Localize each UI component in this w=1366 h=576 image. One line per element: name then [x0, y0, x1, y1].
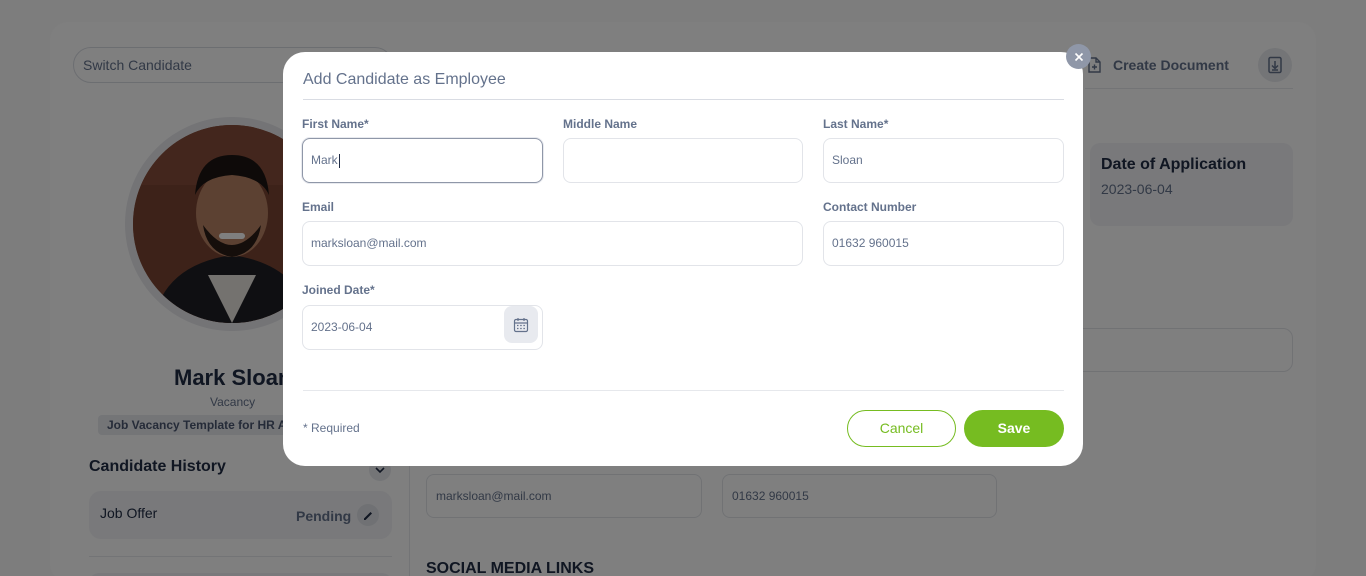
- contact-number-input[interactable]: 01632 960015: [823, 221, 1064, 266]
- modal-title: Add Candidate as Employee: [303, 71, 506, 88]
- close-modal-button[interactable]: [1066, 44, 1091, 69]
- cancel-button[interactable]: Cancel: [847, 410, 956, 447]
- email-input[interactable]: marksloan@mail.com: [302, 221, 803, 266]
- middle-name-label: Middle Name: [563, 117, 638, 131]
- save-button[interactable]: Save: [964, 410, 1064, 447]
- divider: [303, 390, 1064, 391]
- first-name-value: Mark: [311, 153, 338, 167]
- contact-number-label: Contact Number: [823, 200, 917, 214]
- required-note: * Required: [303, 421, 360, 435]
- first-name-label: First Name*: [302, 117, 369, 131]
- text-caret: [338, 153, 340, 168]
- last-name-label: Last Name*: [823, 117, 889, 131]
- email-label: Email: [302, 200, 335, 214]
- add-employee-modal: Add Candidate as Employee First Name* Ma…: [283, 52, 1083, 466]
- divider: [303, 99, 1064, 100]
- close-icon: [1074, 52, 1083, 61]
- calendar-icon: [513, 317, 529, 332]
- middle-name-input[interactable]: [563, 138, 803, 183]
- date-picker-button[interactable]: [504, 306, 538, 343]
- first-name-input[interactable]: Mark: [302, 138, 543, 183]
- last-name-input[interactable]: Sloan: [823, 138, 1064, 183]
- joined-date-label: Joined Date*: [302, 283, 375, 297]
